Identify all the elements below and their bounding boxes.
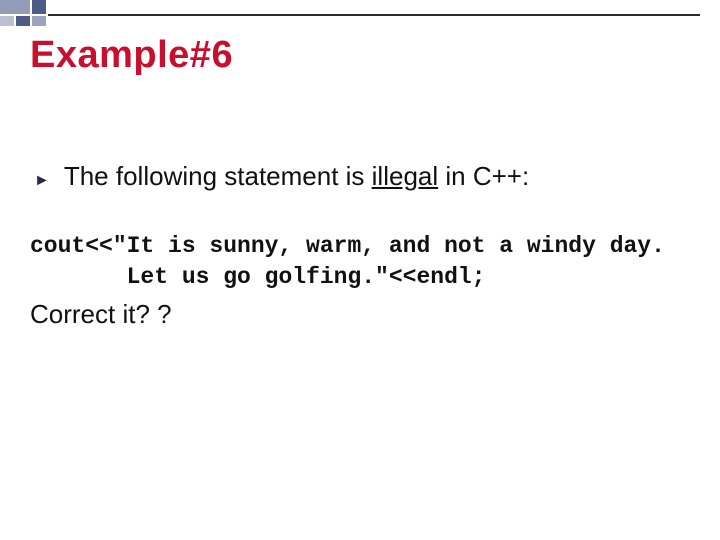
bullet-item: ► The following statement is illegal in …	[30, 159, 690, 195]
bullet-marker-icon: ►	[34, 167, 50, 195]
bullet-illegal-word: illegal	[372, 161, 439, 191]
slide-content: Example#6 ► The following statement is i…	[0, 0, 720, 350]
code-line-2: Let us go golfing."<<endl;	[30, 264, 485, 290]
code-line-1: cout<<"It is sunny, warm, and not a wind…	[30, 233, 665, 259]
slide-title: Example#6	[30, 34, 690, 77]
bullet-text: The following statement is illegal in C+…	[64, 159, 529, 194]
bullet-suffix: in C++:	[438, 161, 529, 191]
bullet-prefix: The following statement is	[64, 161, 372, 191]
code-block: cout<<"It is sunny, warm, and not a wind…	[30, 231, 690, 293]
top-divider	[48, 14, 700, 16]
correct-prompt: Correct it? ?	[30, 299, 690, 330]
